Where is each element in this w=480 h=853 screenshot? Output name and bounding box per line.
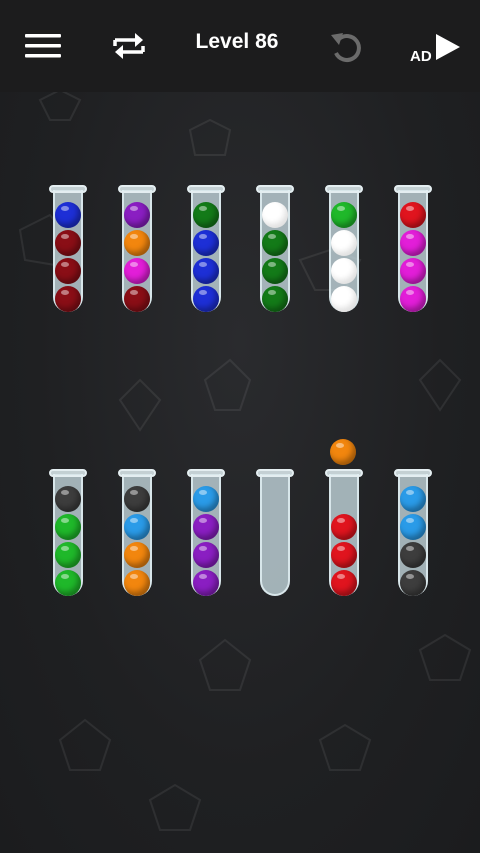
tube-5[interactable]	[325, 185, 363, 313]
tube-rim	[49, 185, 87, 193]
ball-orange	[124, 542, 150, 568]
ball-white	[331, 230, 357, 256]
ball-white	[331, 286, 357, 312]
tube-rim	[394, 185, 432, 193]
ball-purple	[193, 542, 219, 568]
ball-white	[262, 202, 288, 228]
tube-rim	[118, 185, 156, 193]
tube-11[interactable]	[325, 469, 363, 597]
undo-button[interactable]	[324, 24, 370, 70]
ball-darkred	[124, 286, 150, 312]
tube-3[interactable]	[187, 185, 225, 313]
tube-glass	[260, 474, 290, 596]
ball-gray	[124, 486, 150, 512]
tube-4[interactable]	[256, 185, 294, 313]
tube-7[interactable]	[49, 469, 87, 597]
ball-green	[331, 202, 357, 228]
ball-gray	[400, 570, 426, 596]
ball-orange	[124, 570, 150, 596]
tube-8[interactable]	[118, 469, 156, 597]
ball-red	[400, 202, 426, 228]
tube-rim	[325, 469, 363, 477]
tube-rim	[325, 185, 363, 193]
ball-skyblue	[400, 514, 426, 540]
ball-green	[55, 570, 81, 596]
ball-green	[55, 542, 81, 568]
ball-red	[331, 542, 357, 568]
background-gem-pattern	[18, 88, 472, 831]
shuffle-button[interactable]	[104, 24, 154, 68]
tube-1[interactable]	[49, 185, 87, 313]
top-bar: Level 86 AD	[0, 0, 480, 92]
game-screen: Level 86 AD	[0, 0, 480, 853]
ball-gray	[400, 542, 426, 568]
ball-purple	[124, 202, 150, 228]
tube-10[interactable]	[256, 469, 294, 597]
tube-rim	[187, 469, 225, 477]
tube-rim	[118, 469, 156, 477]
ball-darkred	[55, 286, 81, 312]
ball-red	[331, 570, 357, 596]
ball-red	[331, 514, 357, 540]
tube-rim	[187, 185, 225, 193]
tube-rim	[394, 469, 432, 477]
tube-rim	[49, 469, 87, 477]
tube-2[interactable]	[118, 185, 156, 313]
tube-12[interactable]	[394, 469, 432, 597]
undo-icon	[331, 33, 361, 62]
ball-magenta	[400, 286, 426, 312]
hamburger-menu-icon	[25, 34, 61, 58]
ad-label: AD	[410, 48, 432, 65]
play-icon	[436, 34, 460, 60]
ball-magenta	[400, 258, 426, 284]
ball-blue	[193, 230, 219, 256]
ball-blue	[193, 258, 219, 284]
ball-green	[55, 514, 81, 540]
ball-darkgreen	[262, 230, 288, 256]
ball-blue	[55, 202, 81, 228]
tube-6[interactable]	[394, 185, 432, 313]
ball-magenta	[400, 230, 426, 256]
ball-darkred	[55, 230, 81, 256]
ball-gray	[55, 486, 81, 512]
tube-rim	[256, 469, 294, 477]
lifted-ball-orange	[330, 439, 356, 465]
ball-darkgreen	[262, 286, 288, 312]
ball-purple	[193, 570, 219, 596]
ball-darkgreen	[193, 202, 219, 228]
ball-orange	[124, 230, 150, 256]
ball-blue	[193, 286, 219, 312]
menu-button[interactable]	[20, 26, 66, 66]
ball-skyblue	[400, 486, 426, 512]
ball-purple	[193, 514, 219, 540]
level-title: Level 86	[195, 30, 279, 53]
ball-white	[331, 258, 357, 284]
watch-ad-button[interactable]: AD	[402, 24, 464, 70]
ball-skyblue	[124, 514, 150, 540]
ball-skyblue	[193, 486, 219, 512]
tube-rim	[256, 185, 294, 193]
ball-darkred	[55, 258, 81, 284]
ball-darkgreen	[262, 258, 288, 284]
tube-9[interactable]	[187, 469, 225, 597]
ball-magenta	[124, 258, 150, 284]
shuffle-icon	[113, 33, 145, 59]
